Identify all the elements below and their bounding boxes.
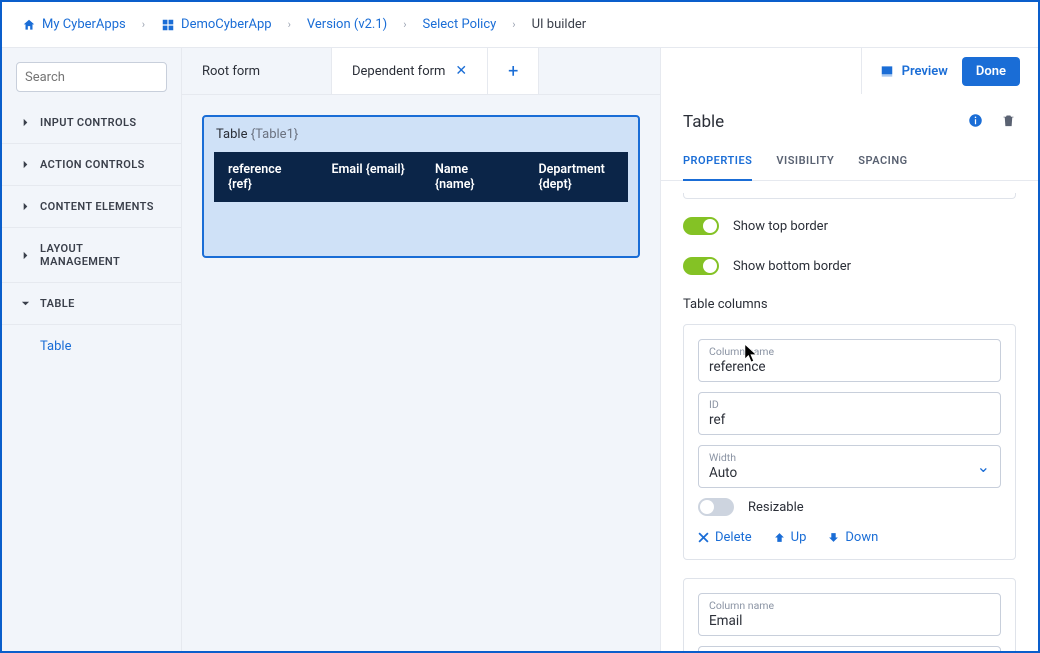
panel-title: Table: [683, 112, 724, 132]
column-down-button[interactable]: Down: [828, 530, 878, 545]
chevron-right-icon: ›: [403, 18, 406, 31]
toggle-switch[interactable]: [698, 498, 734, 516]
chevron-right-icon: [21, 160, 30, 169]
breadcrumb-item-current: UI builder: [530, 13, 589, 36]
sidebar-group-action-controls[interactable]: ACTION CONTROLS: [2, 144, 181, 186]
table-body-placeholder: [214, 202, 628, 246]
preview-button[interactable]: Preview: [880, 64, 948, 79]
arrow-up-icon: [774, 532, 785, 543]
breadcrumb-item-app[interactable]: DemoCyberApp: [159, 13, 274, 36]
column-card: Column name reference ID ref Width Auto …: [683, 324, 1016, 560]
sidebar-item-table[interactable]: Table: [2, 325, 181, 368]
info-icon[interactable]: [968, 113, 983, 132]
column-id-field[interactable]: ID email: [698, 646, 1001, 651]
preview-icon: [880, 64, 894, 78]
table-col-email[interactable]: Email {email}: [318, 152, 422, 202]
widget-header: Table {Table1}: [204, 117, 638, 152]
section-table-columns: Table columns: [683, 297, 1016, 312]
toggle-show-top-border[interactable]: Show top border: [683, 217, 1016, 235]
chevron-right-icon: [21, 118, 30, 127]
chevron-right-icon: ›: [512, 18, 515, 31]
toggle-resizable[interactable]: Resizable: [698, 498, 1001, 516]
toggle-switch[interactable]: [683, 217, 719, 235]
sidebar-group-input-controls[interactable]: INPUT CONTROLS: [2, 102, 181, 144]
search-field[interactable]: [25, 70, 191, 85]
properties-panel: Preview Done Table PROPERTIES VISIBILITY…: [660, 48, 1038, 651]
table-col-name[interactable]: Name {name}: [421, 152, 525, 202]
ptab-visibility[interactable]: VISIBILITY: [776, 144, 834, 180]
home-icon: [22, 18, 36, 32]
toggle-label: Show top border: [733, 219, 828, 234]
tab-root-form[interactable]: Root form: [182, 48, 332, 94]
table-col-department[interactable]: Department {dept}: [525, 152, 629, 202]
table-widget[interactable]: Table {Table1} reference {ref} Email {em…: [202, 115, 640, 258]
add-tab-button[interactable]: +: [488, 48, 539, 94]
ptab-spacing[interactable]: SPACING: [858, 144, 907, 180]
chevron-down-icon: [21, 299, 30, 308]
chevron-down-icon: ⌄: [977, 457, 990, 476]
ptab-properties[interactable]: PROPERTIES: [683, 144, 752, 181]
column-card: Column name Email ID email: [683, 578, 1016, 651]
search-input[interactable]: [16, 62, 167, 92]
breadcrumb-item-policy[interactable]: Select Policy: [421, 13, 499, 36]
canvas[interactable]: Table {Table1} reference {ref} Email {em…: [182, 94, 660, 651]
sidebar-group-content-elements[interactable]: CONTENT ELEMENTS: [2, 186, 181, 228]
properties-tabs: PROPERTIES VISIBILITY SPACING: [661, 144, 1038, 181]
column-width-select[interactable]: Width Auto ⌄: [698, 445, 1001, 488]
toggle-show-bottom-border[interactable]: Show bottom border: [683, 257, 1016, 275]
sidebar: INPUT CONTROLS ACTION CONTROLS CONTENT E…: [2, 48, 182, 651]
toggle-label: Show bottom border: [733, 259, 851, 274]
column-up-button[interactable]: Up: [774, 530, 807, 545]
chevron-right-icon: ›: [142, 18, 145, 31]
toggle-switch[interactable]: [683, 257, 719, 275]
column-name-field[interactable]: Column name Email: [698, 593, 1001, 636]
scrolled-field-edge: [683, 193, 1016, 199]
done-button[interactable]: Done: [962, 57, 1020, 86]
chevron-right-icon: [21, 251, 30, 260]
arrow-down-icon: [828, 532, 839, 543]
column-delete-button[interactable]: Delete: [698, 530, 752, 545]
breadcrumb-bar: My CyberApps › DemoCyberApp › Version (v…: [2, 2, 1038, 48]
sidebar-group-table[interactable]: TABLE: [2, 283, 181, 325]
breadcrumb-item-version[interactable]: Version (v2.1): [305, 13, 389, 36]
close-tab-icon[interactable]: ✕: [455, 63, 467, 79]
canvas-column: Root form Dependent form ✕ + Table {Tabl…: [182, 48, 660, 651]
chevron-right-icon: ›: [288, 18, 291, 31]
apps-icon: [161, 18, 175, 32]
column-name-field[interactable]: Column name reference: [698, 339, 1001, 382]
table-header-row: reference {ref} Email {email} Name {name…: [214, 152, 628, 202]
column-id-field[interactable]: ID ref: [698, 392, 1001, 435]
chevron-right-icon: [21, 202, 30, 211]
table-col-reference[interactable]: reference {ref}: [214, 152, 318, 202]
toggle-label: Resizable: [748, 500, 804, 515]
close-icon: [698, 532, 709, 543]
delete-icon[interactable]: [1001, 113, 1016, 132]
tab-dependent-form[interactable]: Dependent form ✕: [332, 48, 488, 94]
breadcrumb-item-home[interactable]: My CyberApps: [20, 13, 128, 36]
sidebar-group-layout-management[interactable]: LAYOUT MANAGEMENT: [2, 228, 181, 283]
plus-icon: +: [508, 61, 518, 82]
